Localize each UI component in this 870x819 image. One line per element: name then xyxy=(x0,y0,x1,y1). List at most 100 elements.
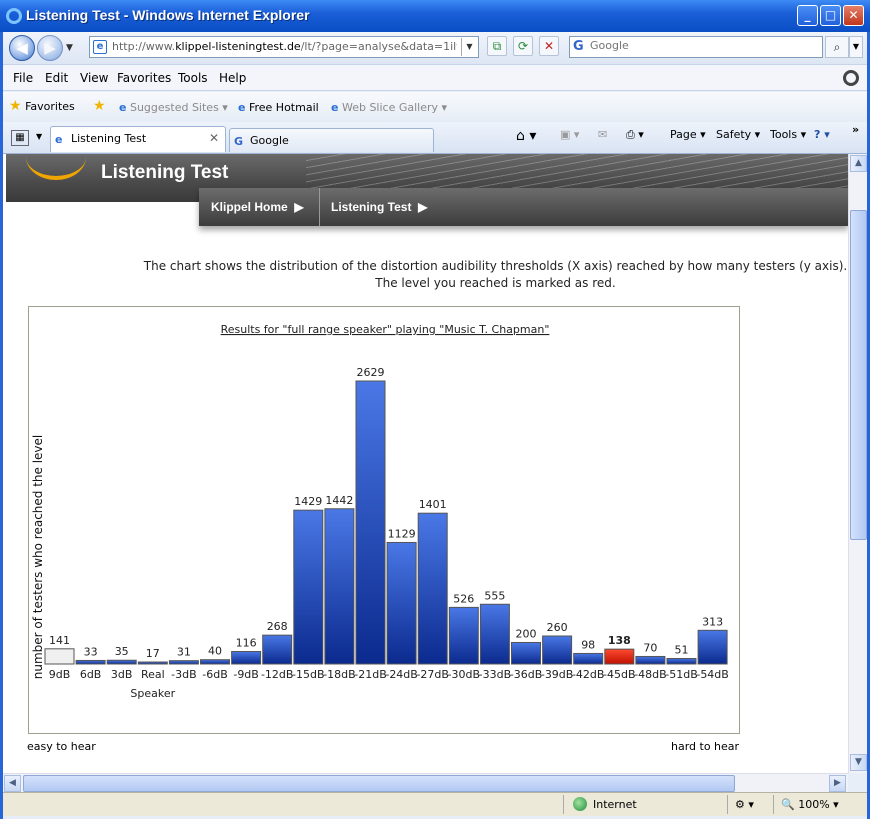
bar-20 xyxy=(666,658,697,665)
favorites-star-icon: ★ xyxy=(9,98,22,114)
recent-pages-dropdown-icon[interactable]: ▼ xyxy=(66,43,73,53)
quick-tabs-icon[interactable]: ▦ xyxy=(11,130,29,146)
feeds-icon[interactable]: ▣ ▾ xyxy=(560,128,579,141)
bar-17 xyxy=(573,652,604,665)
bar-4 xyxy=(168,660,199,665)
x-tick-label: -51dB xyxy=(665,668,698,681)
search-options-dropdown-icon[interactable]: ▼ xyxy=(849,36,863,58)
tab-google[interactable]: G Google xyxy=(229,128,434,152)
bar-12 xyxy=(417,512,448,665)
x-tick-label: 9dB xyxy=(49,668,71,681)
protected-mode-icon[interactable]: ⚙ ▾ xyxy=(735,798,754,811)
address-toolbar: ◀ ▶ ▼ e http://www.klippel-listeningtest… xyxy=(3,32,867,64)
bar-10 xyxy=(355,380,386,665)
address-field[interactable]: e http://www.klippel-listeningtest.de/lt… xyxy=(89,36,479,58)
maximize-button[interactable]: □ xyxy=(820,5,841,26)
web-slice-gallery-link[interactable]: e Web Slice Gallery ▾ xyxy=(331,101,447,114)
horizontal-scrollbar[interactable]: ◀ ▶ xyxy=(3,773,848,792)
menu-favorites[interactable]: Favorites xyxy=(117,71,171,85)
horizontal-scroll-thumb[interactable] xyxy=(23,775,735,792)
bar-value-label: 313 xyxy=(702,615,723,628)
google-icon: G xyxy=(573,39,584,54)
safety-menu[interactable]: Safety ▾ xyxy=(716,128,760,141)
bar-value-label: 1429 xyxy=(294,495,322,508)
ie-logo-icon xyxy=(6,8,22,24)
read-mail-icon[interactable]: ✉ xyxy=(598,128,607,141)
bar-21 xyxy=(697,629,728,665)
refresh-icon[interactable]: ⟳ xyxy=(513,36,533,56)
site-title: Listening Test xyxy=(101,162,229,183)
x-tick-label: -30dB xyxy=(448,668,481,681)
search-input[interactable] xyxy=(590,39,810,52)
favorites-bar: ★ Favorites ★ e Suggested Sites ▾ e Free… xyxy=(3,92,867,122)
url-text[interactable]: http://www.klippel-listeningtest.de/lt/?… xyxy=(112,40,457,53)
print-icon[interactable]: ⎙ ▾ xyxy=(626,128,644,142)
security-zone-label: Internet xyxy=(593,798,637,811)
tools-menu[interactable]: Tools ▾ xyxy=(770,128,806,141)
page-menu[interactable]: Page ▾ xyxy=(670,128,706,141)
menu-bar: File Edit View Favorites Tools Help xyxy=(3,64,867,91)
scroll-right-icon[interactable]: ▶ xyxy=(829,775,846,792)
bar-9 xyxy=(324,508,355,665)
search-icon[interactable]: ⌕ xyxy=(825,36,849,58)
bar-value-label: 31 xyxy=(177,646,191,659)
compatibility-view-icon[interactable]: ⧉ xyxy=(487,36,507,56)
menu-tools[interactable]: Tools xyxy=(178,71,208,85)
tab-listening-test[interactable]: e Listening Test ✕ xyxy=(50,126,226,152)
minimize-button[interactable]: _ xyxy=(797,5,818,26)
bar-6 xyxy=(231,651,262,665)
bar-7 xyxy=(262,634,293,665)
windows-live-icon[interactable] xyxy=(843,70,859,86)
search-box[interactable]: G xyxy=(569,36,823,58)
add-favorites-icon[interactable]: ★ xyxy=(93,98,106,114)
tab-list-dropdown-icon[interactable]: ▼ xyxy=(36,132,42,141)
bar-5 xyxy=(200,659,230,665)
suggested-sites-link[interactable]: e Suggested Sites ▾ xyxy=(119,101,228,114)
bar-15 xyxy=(511,641,541,665)
close-button[interactable]: ✕ xyxy=(843,5,864,26)
back-button[interactable]: ◀ xyxy=(9,35,35,61)
bar-1 xyxy=(75,659,106,665)
vertical-scroll-thumb[interactable] xyxy=(850,210,867,540)
menu-help[interactable]: Help xyxy=(219,71,246,85)
internet-zone-icon xyxy=(573,797,587,811)
x-tick-label: -45dB xyxy=(603,668,636,681)
nav-klippel-home[interactable]: Klippel Home ▶ xyxy=(211,200,304,214)
menu-edit[interactable]: Edit xyxy=(45,71,68,85)
menu-file[interactable]: File xyxy=(13,71,33,85)
bar-value-label: 116 xyxy=(236,637,257,650)
x-tick-label: 6dB xyxy=(80,668,102,681)
chart-description-note: The level you reached is marked as red. xyxy=(375,276,616,290)
bar-value-label: 51 xyxy=(675,644,689,657)
address-dropdown-icon[interactable]: ▼ xyxy=(461,38,477,56)
x-tick-label: -27dB xyxy=(416,668,449,681)
x-tick-label: -6dB xyxy=(202,668,228,681)
scroll-down-icon[interactable]: ▼ xyxy=(850,754,867,771)
scroll-left-icon[interactable]: ◀ xyxy=(4,775,21,792)
home-icon[interactable]: ⌂ ▾ xyxy=(516,128,536,144)
zoom-control[interactable]: 🔍 100% ▾ xyxy=(781,798,839,811)
vertical-scrollbar[interactable]: ▲ ▼ xyxy=(848,154,867,773)
help-icon[interactable]: ? ▾ xyxy=(814,128,830,141)
nav-listening-test[interactable]: Listening Test ▶ xyxy=(331,200,427,214)
page-icon: e xyxy=(93,40,107,54)
free-hotmail-link[interactable]: e Free Hotmail xyxy=(238,101,319,114)
bar-0 xyxy=(44,648,75,665)
scroll-up-icon[interactable]: ▲ xyxy=(850,155,867,172)
favorites-button[interactable]: ★ Favorites xyxy=(9,98,75,114)
status-bar: Internet ⚙ ▾ 🔍 100% ▾ xyxy=(3,792,867,816)
x-tick-label: -24dB xyxy=(385,668,418,681)
forward-button[interactable]: ▶ xyxy=(37,35,63,61)
stop-icon[interactable]: ✕ xyxy=(539,36,559,56)
site-nav: Klippel Home ▶ Listening Test ▶ xyxy=(199,188,848,226)
bar-16 xyxy=(542,635,573,665)
x-tick-label: -48dB xyxy=(634,668,667,681)
bar-value-label: 138 xyxy=(608,634,631,647)
chevron-more-icon[interactable]: » xyxy=(852,123,859,136)
close-tab-icon[interactable]: ✕ xyxy=(209,131,219,145)
bar-value-label: 35 xyxy=(115,645,129,658)
klippel-logo-icon xyxy=(26,154,86,180)
bar-13 xyxy=(448,606,479,665)
menu-view[interactable]: View xyxy=(80,71,108,85)
bar-18 xyxy=(604,648,635,665)
